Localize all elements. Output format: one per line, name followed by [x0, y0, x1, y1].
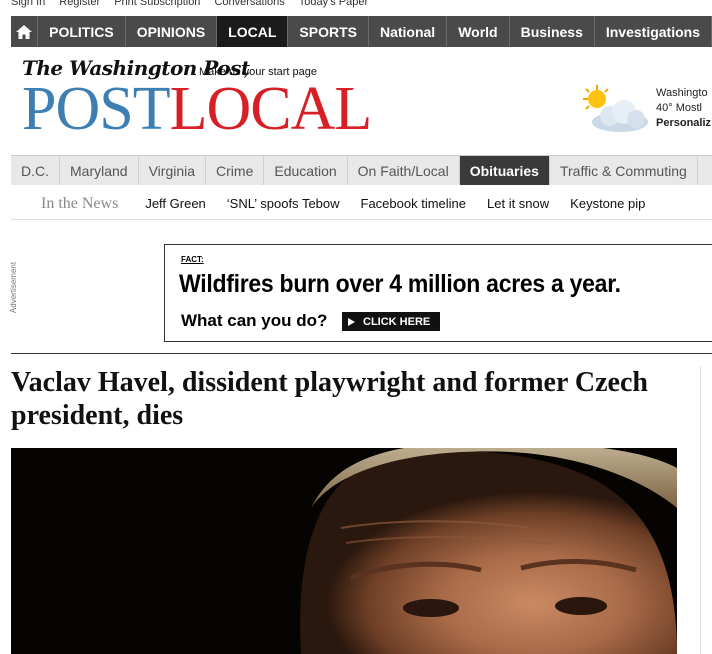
nav-local[interactable]: LOCAL [217, 16, 289, 47]
local-nav-dc[interactable]: D.C. [11, 156, 60, 185]
nav-sports[interactable]: SPORTS [288, 16, 369, 47]
news-link[interactable]: Facebook timeline [361, 196, 467, 211]
local-nav-virginia[interactable]: Virginia [139, 156, 207, 185]
nav-business[interactable]: Business [510, 16, 595, 47]
ad-question: What can you do? [181, 311, 328, 330]
ad-fact-label: FACT: [181, 255, 204, 264]
in-the-news-bar: In the News Jeff Green ‘SNL’ spoofs Tebo… [11, 188, 712, 220]
ad-headline: Wildfires burn over 4 million acres a ye… [179, 270, 621, 298]
home-button[interactable] [11, 16, 39, 47]
post-wordmark: POST [22, 75, 171, 143]
register-link[interactable]: Register [59, 0, 100, 8]
article-headline[interactable]: Vaclav Havel, dissident playwright and f… [11, 366, 691, 432]
postlocal-logo[interactable]: POSTLOCAL [22, 75, 373, 143]
nav-world[interactable]: World [447, 16, 510, 47]
local-nav-maryland[interactable]: Maryland [60, 156, 139, 185]
local-nav-obituaries[interactable]: Obituaries [459, 156, 550, 185]
advertisement-label: Advertisement [9, 261, 19, 314]
ad-cta-label: CLICK HERE [363, 315, 431, 328]
print-subscription-link[interactable]: Print Subscription [114, 0, 200, 8]
conversations-link[interactable]: Conversations [214, 0, 284, 8]
section-divider [11, 353, 712, 354]
sign-in-link[interactable]: Sign In [11, 0, 45, 8]
local-nav-education[interactable]: Education [264, 156, 348, 185]
weather-widget[interactable]: Washingto 40° Mostl Personaliz [656, 86, 711, 131]
news-link[interactable]: Let it snow [487, 196, 549, 211]
utility-links: Sign In Register Print Subscription Conv… [11, 0, 368, 8]
portrait-image [11, 448, 677, 654]
main-nav: POLITICS OPINIONS LOCAL SPORTS National … [11, 16, 712, 47]
local-nav-crime[interactable]: Crime [206, 156, 265, 185]
nav-investigations[interactable]: Investigations [595, 16, 712, 47]
in-the-news-label: In the News [41, 194, 119, 212]
nav-opinions[interactable]: OPINIONS [126, 16, 218, 47]
local-wordmark: LOCAL [169, 75, 373, 143]
local-section-nav: D.C. Maryland Virginia Crime Education O… [11, 155, 712, 185]
local-nav-on-faith[interactable]: On Faith/Local [348, 156, 460, 185]
weather-personalize-link[interactable]: Personaliz [656, 116, 711, 131]
nav-national[interactable]: National [369, 16, 448, 47]
home-icon [16, 24, 33, 39]
partly-cloudy-icon [580, 84, 652, 141]
weather-temperature: 40° Mostl [656, 102, 702, 114]
advertisement-banner[interactable]: FACT: Wildfires burn over 4 million acre… [164, 244, 712, 342]
news-link[interactable]: Jeff Green [145, 196, 205, 211]
news-link[interactable]: Keystone pip [570, 196, 645, 211]
column-rule [700, 366, 701, 654]
news-link[interactable]: ‘SNL’ spoofs Tebow [227, 196, 340, 211]
article-photo[interactable] [11, 448, 677, 654]
weather-location: Washingto [656, 87, 708, 99]
ad-click-here-button[interactable]: CLICK HERE [342, 312, 440, 331]
nav-politics[interactable]: POLITICS [38, 16, 126, 47]
local-nav-traffic[interactable]: Traffic & Commuting [550, 156, 698, 185]
todays-paper-link[interactable]: Today's Paper [299, 0, 368, 8]
play-icon [348, 317, 355, 326]
